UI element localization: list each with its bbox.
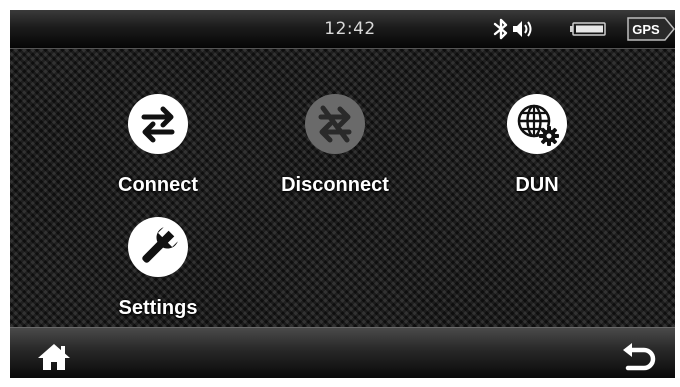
gps-label: GPS	[632, 22, 660, 37]
status-bar: 12:42 GPS	[10, 10, 675, 49]
battery-icon	[570, 22, 606, 36]
bluetooth-icon	[492, 18, 510, 40]
disconnect-icon	[303, 92, 367, 156]
dun-globe-gear-icon	[505, 92, 569, 156]
dun-button[interactable]: DUN	[462, 92, 612, 222]
device-screen: 12:42 GPS Connect Disconnect DUN Setting…	[10, 10, 675, 378]
connect-label: Connect	[118, 174, 198, 196]
app-grid: Connect Disconnect DUN Settings	[10, 49, 675, 335]
bottom-bar	[10, 327, 675, 378]
connect-icon	[126, 92, 190, 156]
home-icon[interactable]	[36, 342, 72, 372]
gps-badge: GPS	[627, 17, 675, 41]
disconnect-button[interactable]: Disconnect	[260, 92, 410, 222]
dun-label: DUN	[515, 174, 559, 196]
settings-button[interactable]: Settings	[83, 215, 233, 345]
disconnect-label: Disconnect	[281, 174, 389, 196]
connect-button[interactable]: Connect	[83, 92, 233, 222]
wrench-icon	[126, 215, 190, 279]
back-icon[interactable]	[620, 342, 656, 372]
clock-time: 12:42	[324, 19, 376, 39]
settings-label: Settings	[118, 297, 198, 319]
volume-icon	[512, 20, 538, 38]
